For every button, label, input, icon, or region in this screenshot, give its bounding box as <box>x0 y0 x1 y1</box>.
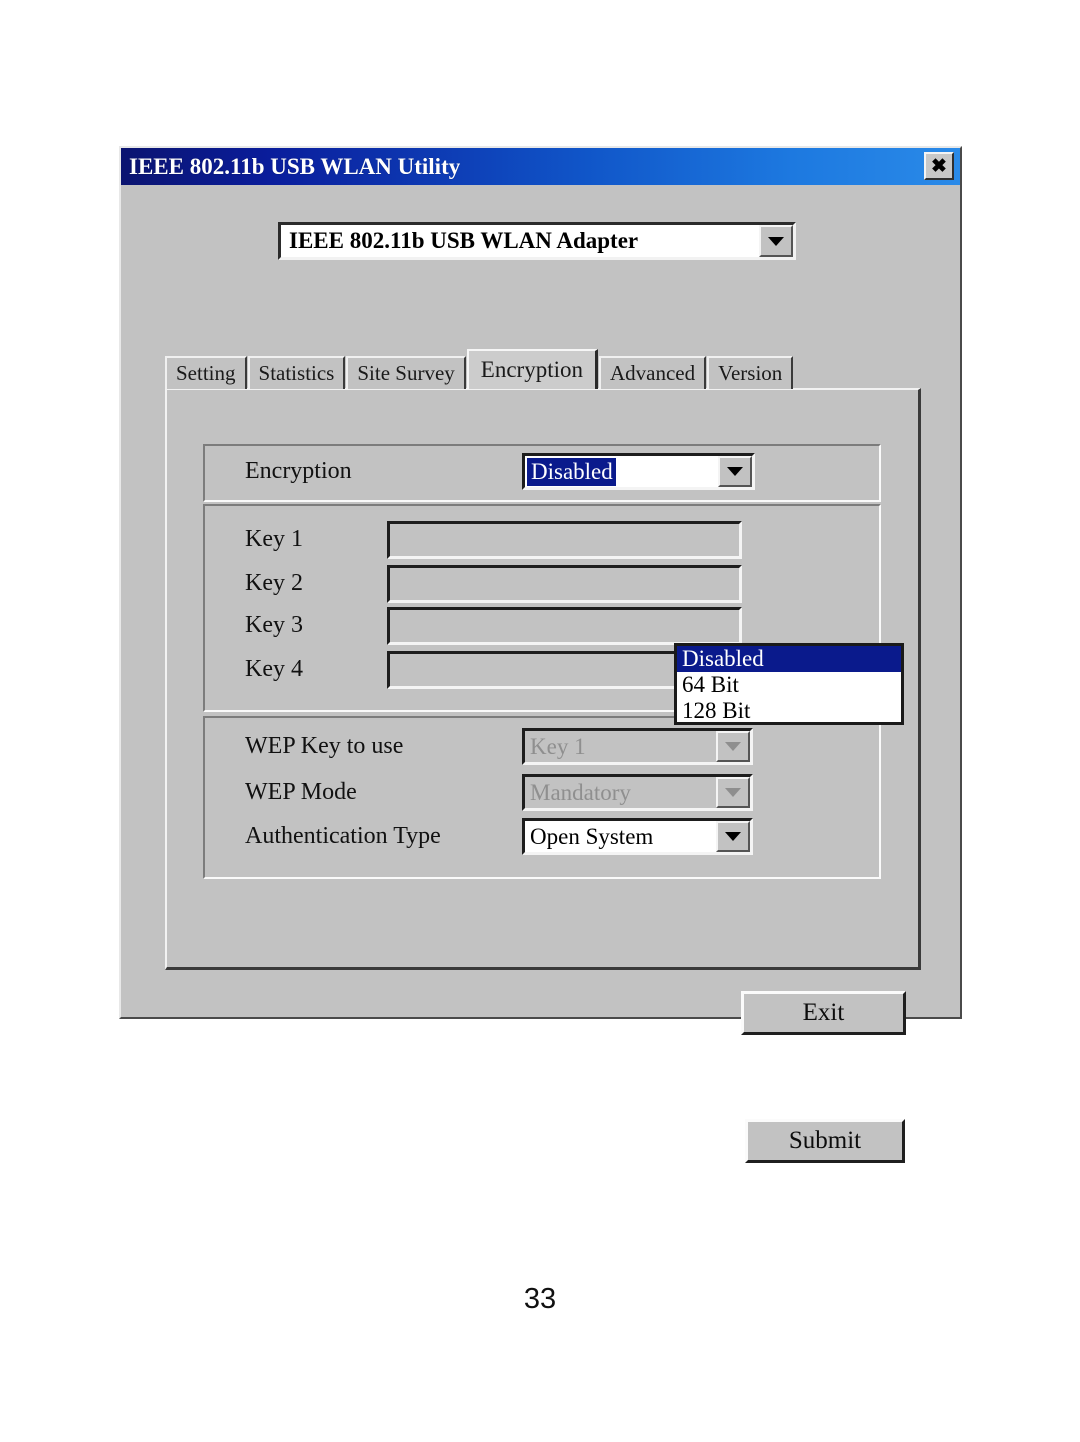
encryption-option-disabled[interactable]: Disabled <box>677 646 901 672</box>
wep-mode-value: Mandatory <box>530 779 631 805</box>
chevron-down-icon[interactable] <box>718 456 752 487</box>
encryption-option-128-bit[interactable]: 128 Bit <box>677 698 901 722</box>
encryption-select-value: Disabled <box>527 457 616 486</box>
submit-button[interactable]: Submit <box>745 1119 905 1163</box>
close-icon[interactable]: ✖ <box>924 152 954 180</box>
chevron-down-icon[interactable] <box>716 777 750 808</box>
encryption-label: Encryption <box>245 458 352 484</box>
chevron-down-icon[interactable] <box>716 731 750 762</box>
manual-page: IEEE 802.11b USB WLAN Utility ✖ IEEE 802… <box>0 0 1080 1442</box>
adapter-select-value: IEEE 802.11b USB WLAN Adapter <box>289 228 639 253</box>
key2-input[interactable] <box>387 565 742 603</box>
key3-input[interactable] <box>387 607 742 645</box>
window-title: IEEE 802.11b USB WLAN Utility <box>129 153 461 179</box>
page-number: 33 <box>523 1283 557 1315</box>
adapter-select[interactable]: IEEE 802.11b USB WLAN Adapter <box>278 222 796 260</box>
wlan-utility-dialog: IEEE 802.11b USB WLAN Utility ✖ IEEE 802… <box>119 146 962 1163</box>
encryption-dropdown-list[interactable]: Disabled 64 Bit 128 Bit <box>674 643 904 725</box>
encryption-option-64-bit[interactable]: 64 Bit <box>677 672 901 698</box>
tab-setting[interactable]: Setting <box>165 356 247 389</box>
authentication-type-label: Authentication Type <box>245 823 441 849</box>
wep-key-to-use-select[interactable]: Key 1 <box>522 728 753 765</box>
authentication-type-select[interactable]: Open System <box>522 818 753 855</box>
encryption-group: Encryption Disabled <box>203 444 881 502</box>
wep-key-to-use-label: WEP Key to use <box>245 733 404 759</box>
tab-strip: Setting Statistics Site Survey Encryptio… <box>165 349 905 389</box>
wep-mode-label: WEP Mode <box>245 779 357 805</box>
tab-site-survey[interactable]: Site Survey <box>346 356 466 389</box>
window-titlebar: IEEE 802.11b USB WLAN Utility ✖ <box>121 148 960 185</box>
tab-advanced[interactable]: Advanced <box>598 356 707 389</box>
exit-button[interactable]: Exit <box>741 991 906 1035</box>
key1-label: Key 1 <box>245 526 303 552</box>
chevron-down-icon[interactable] <box>759 225 793 257</box>
authentication-type-value: Open System <box>530 823 654 849</box>
wep-settings-group: WEP Key to use Key 1 WEP Mode Mandatory <box>203 716 881 879</box>
tab-encryption[interactable]: Encryption <box>466 349 598 389</box>
dialog-client-area: IEEE 802.11b USB WLAN Adapter Setting St… <box>121 185 960 1163</box>
chevron-down-icon[interactable] <box>716 821 750 852</box>
tab-statistics[interactable]: Statistics <box>247 356 346 389</box>
key3-label: Key 3 <box>245 612 303 638</box>
key2-label: Key 2 <box>245 570 303 596</box>
key4-label: Key 4 <box>245 656 303 682</box>
wep-key-to-use-value: Key 1 <box>530 733 586 759</box>
encryption-select[interactable]: Disabled <box>522 453 755 490</box>
wep-mode-select[interactable]: Mandatory <box>522 774 753 811</box>
tab-version[interactable]: Version <box>707 356 794 389</box>
key1-input[interactable] <box>387 521 742 559</box>
